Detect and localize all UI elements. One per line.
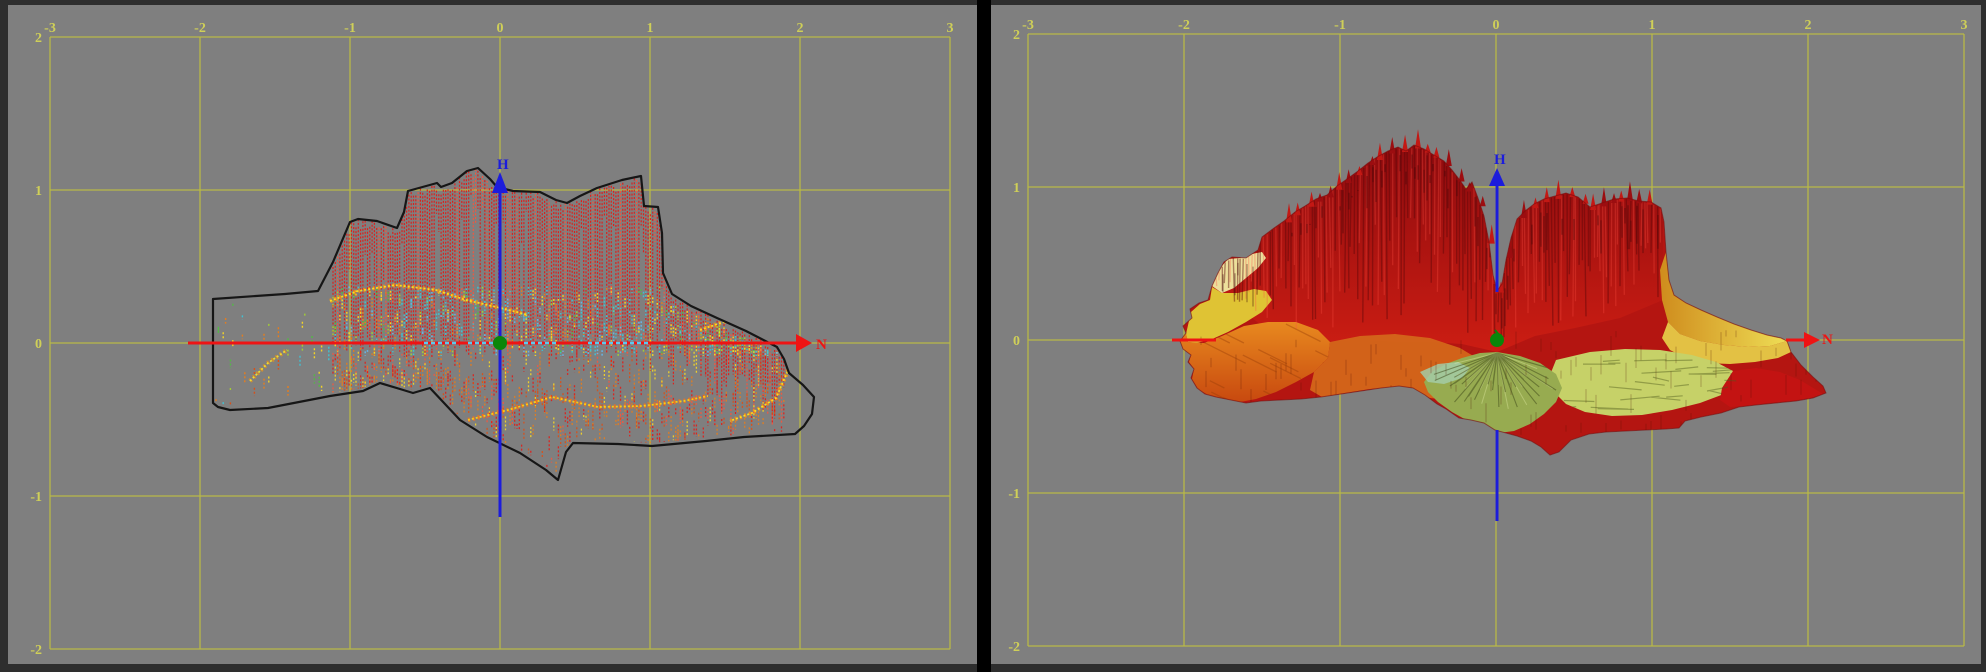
y-tick-label: 2 [35,31,42,46]
x-tick-label: 2 [1805,18,1812,33]
y-tick-label: 0 [1013,334,1020,349]
x-tick-label: 3 [947,21,954,36]
x-tick-label: -2 [194,21,206,36]
surface-canvas: -3 -2 -1 0 1 2 3 2 1 0 -1 -2 N H [991,5,1981,664]
north-axis-label: N [1822,332,1833,348]
y-tick-label: 1 [1013,181,1020,196]
y-tick-label: -1 [30,490,42,505]
origin-marker [1490,333,1504,347]
x-tick-label: 1 [647,21,654,36]
y-tick-label: 2 [1013,28,1020,43]
x-tick-label: -3 [44,21,56,36]
north-axis-arrowhead [1804,332,1820,348]
surface-region-slope [1660,252,1787,347]
viewport-3d-surface[interactable]: -3 -2 -1 0 1 2 3 2 1 0 -1 -2 N H [991,5,1981,664]
north-axis-label: N [816,337,827,353]
height-axis-label: H [1494,152,1506,168]
y-tick-label: 1 [35,184,42,199]
x-tick-label: -2 [1178,18,1190,33]
north-axis-arrowhead [796,334,812,352]
surface-model [1180,145,1826,455]
height-axis-label: H [497,157,509,173]
viewport-cross-section[interactable]: -3 -2 -1 0 1 2 3 2 1 0 -1 -2 N H [8,5,977,664]
x-tick-label: -1 [1334,18,1346,33]
cross-section-canvas: -3 -2 -1 0 1 2 3 2 1 0 -1 -2 N H [8,5,977,664]
x-tick-label: -3 [1022,18,1034,33]
x-tick-label: 3 [1961,18,1968,33]
drillhole-point-cloud [216,169,789,473]
origin-marker [493,336,507,350]
y-tick-label: -1 [1008,487,1020,502]
x-tick-label: -1 [344,21,356,36]
y-tick-label: -2 [1008,640,1020,655]
y-tick-label: 0 [35,337,42,352]
height-axis-arrowhead [1489,168,1505,186]
x-tick-label: 0 [1493,18,1500,33]
viewport-divider [977,0,991,672]
x-tick-label: 0 [497,21,504,36]
workspace: -3 -2 -1 0 1 2 3 2 1 0 -1 -2 N H -3 -2 -1 0 1 2 3 2 1 0 -1 -2 N H [0,0,1986,672]
y-tick-label: -2 [30,643,42,658]
x-tick-label: 1 [1649,18,1656,33]
x-tick-label: 2 [797,21,804,36]
